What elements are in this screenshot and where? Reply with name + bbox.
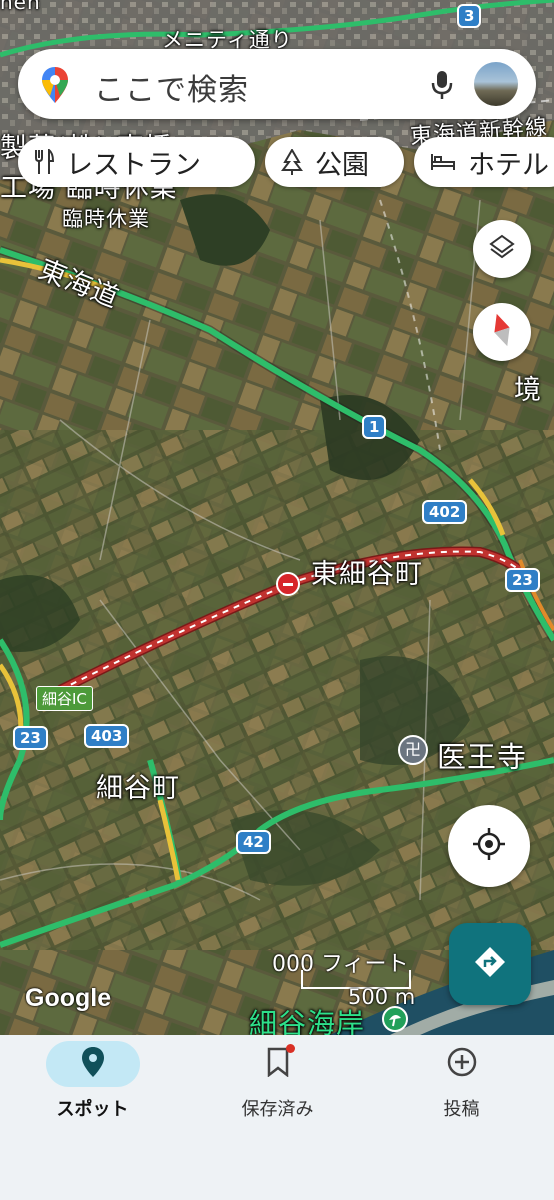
layers-icon — [488, 233, 516, 265]
google-maps-pin-icon — [42, 67, 68, 107]
notification-badge — [285, 1044, 295, 1053]
nav-contribute[interactable]: 投稿 — [369, 1035, 554, 1125]
chip-label: 公園 — [315, 149, 369, 181]
add-circle-icon — [446, 1046, 478, 1082]
scale-bar-meters: 500 m — [348, 985, 416, 1009]
route-shield-23-right: 23 — [505, 568, 540, 592]
nav-contribute-icon-wrap — [415, 1041, 509, 1087]
layers-button[interactable] — [473, 220, 531, 278]
beach-umbrella-icon[interactable] — [382, 1006, 408, 1032]
location-pin-icon — [81, 1046, 105, 1082]
route-shield-23-left: 23 — [13, 726, 48, 750]
search-input[interactable]: ここで検索 — [94, 65, 249, 109]
map-label-hosoya-ic[interactable]: 細谷IC — [36, 686, 93, 711]
google-logo: Google — [25, 984, 112, 1012]
chip-label: レストラン — [66, 149, 201, 181]
nav-saved[interactable]: 保存済み — [185, 1035, 370, 1125]
map-label-border: 境 — [514, 375, 542, 406]
nav-saved-label: 保存済み — [241, 1099, 314, 1120]
route-shield-403: 403 — [84, 724, 130, 748]
my-location-icon — [472, 827, 506, 865]
nav-saved-icon-wrap — [231, 1041, 325, 1087]
chip-park[interactable]: 公園 — [265, 137, 404, 187]
chip-hotel[interactable]: ホテル — [414, 137, 554, 187]
microphone-icon[interactable] — [430, 69, 454, 105]
directions-button[interactable] — [449, 923, 531, 1005]
account-avatar[interactable] — [474, 62, 518, 106]
bed-icon — [430, 152, 456, 172]
nav-contribute-label: 投稿 — [443, 1099, 480, 1120]
nav-explore[interactable]: スポット — [0, 1035, 185, 1125]
fork-knife-icon — [34, 149, 54, 175]
road-closure-icon[interactable] — [276, 572, 300, 596]
chip-label: ホテル — [468, 149, 549, 181]
tree-icon — [281, 149, 303, 175]
map-label-hosoya-town[interactable]: 細谷町 — [96, 766, 180, 805]
nav-explore-indicator — [45, 1041, 140, 1087]
my-location-button[interactable] — [448, 805, 530, 887]
nav-explore-label: スポット — [56, 1099, 129, 1120]
map-label-temp-closed: 臨時休業 — [62, 207, 150, 231]
chip-restaurant[interactable]: レストラン — [18, 137, 255, 187]
map-label-partial-top-left: hen — [0, 0, 41, 14]
compass-button[interactable] — [473, 303, 531, 361]
temple-icon[interactable]: 卍 — [398, 735, 428, 765]
route-shield-3: 3 — [457, 4, 482, 28]
bottom-navigation: スポット 保存済み 投稿 — [0, 1035, 554, 1200]
map-label-iouji[interactable]: 医王寺 — [437, 734, 527, 776]
search-bar[interactable]: ここで検索 — [18, 49, 536, 119]
route-shield-42: 42 — [236, 830, 271, 854]
route-shield-402: 402 — [422, 500, 468, 524]
compass-icon — [491, 312, 513, 352]
bookmark-icon — [266, 1044, 295, 1081]
map-label-higashi-hosoya[interactable]: 東細谷町 — [311, 552, 423, 591]
directions-icon — [473, 945, 507, 983]
route-shield-1: 1 — [362, 415, 387, 439]
